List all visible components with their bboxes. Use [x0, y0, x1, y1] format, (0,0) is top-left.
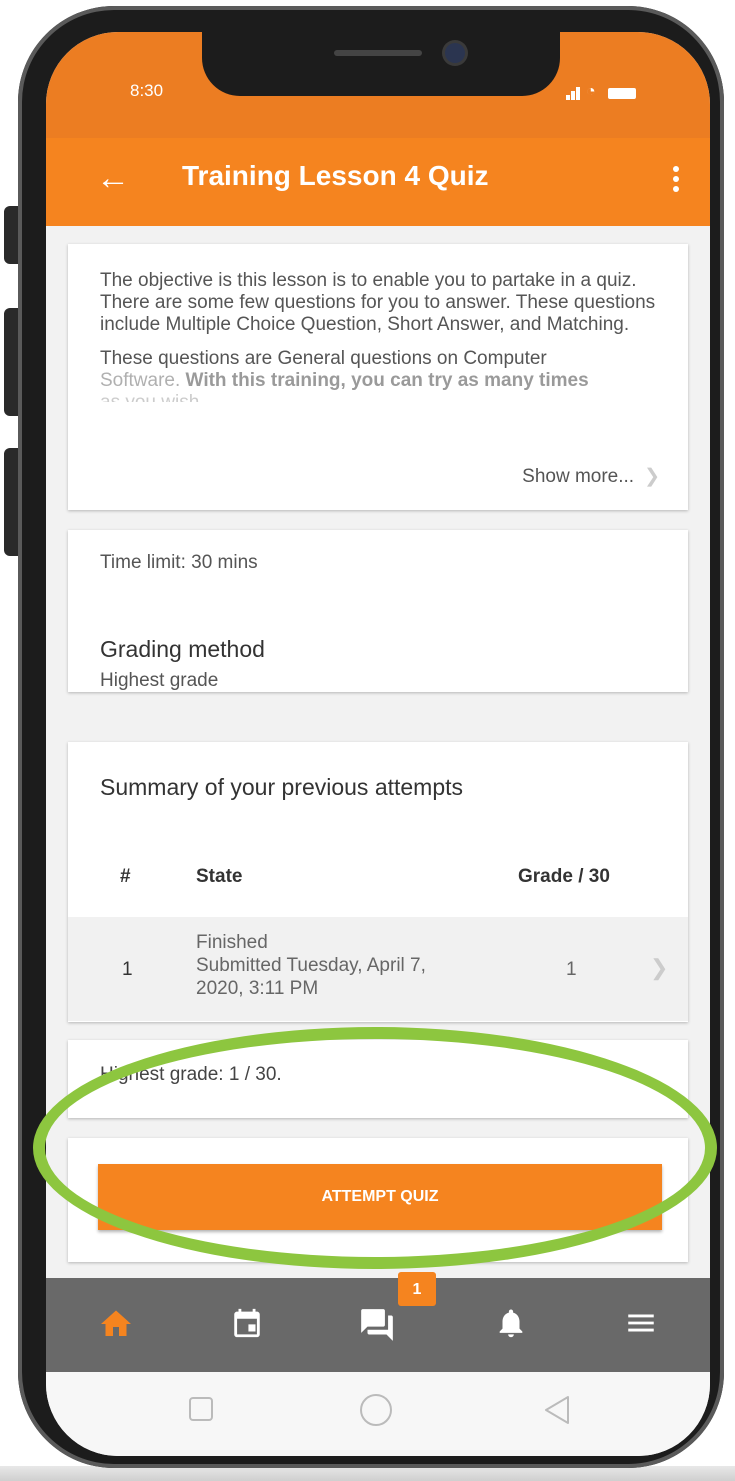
system-navigation-bar: [46, 1372, 710, 1456]
messages-icon[interactable]: [358, 1306, 398, 1346]
attempt-submitted-line-2: 2020, 3:11 PM: [196, 978, 319, 999]
notifications-icon[interactable]: [494, 1306, 534, 1346]
quiz-info-card: Time limit: 30 mins Grading method Highe…: [68, 530, 688, 692]
status-bar: 8:30 ◔: [46, 32, 710, 138]
phone-notch: [202, 32, 560, 96]
wifi-icon: ◔: [586, 83, 596, 100]
signal-icon: [566, 95, 570, 100]
show-more-link[interactable]: Show more... ❯: [522, 465, 660, 488]
description-paragraph-2-line-2b: With this training, you can try as many …: [185, 370, 589, 391]
page-title: Training Lesson 4 Quiz: [182, 160, 489, 191]
grading-method-label: Grading method: [100, 636, 265, 662]
attempt-submitted-line-1: Submitted Tuesday, April 7,: [196, 955, 426, 976]
column-header-state: State: [196, 866, 243, 887]
menu-icon[interactable]: [624, 1306, 664, 1346]
battery-icon: [608, 88, 636, 99]
bottom-navigation: 1: [46, 1272, 710, 1372]
attempt-state-label: Finished: [196, 932, 268, 953]
speaker-grille: [334, 50, 422, 56]
messages-badge: 1: [398, 1272, 436, 1306]
description-truncated-line: as you wish.: [100, 392, 656, 402]
page-bottom-shade: [0, 1466, 735, 1481]
chevron-right-icon: ❯: [644, 466, 660, 487]
back-triangle-icon[interactable]: [540, 1394, 574, 1433]
app-bar: ← Training Lesson 4 Quiz: [46, 138, 710, 226]
show-more-label: Show more...: [522, 466, 635, 487]
more-options-icon[interactable]: [672, 166, 680, 196]
signal-icon-bar: [576, 87, 580, 100]
back-arrow-icon[interactable]: ←: [96, 158, 130, 198]
attempts-heading: Summary of your previous attempts: [100, 774, 464, 800]
chevron-right-icon: ❯: [650, 955, 669, 980]
description-paragraph-2-line-2a: Software.: [100, 370, 186, 391]
time-limit-text: Time limit: 30 mins: [100, 552, 258, 573]
attempts-summary-card: Summary of your previous attempts # Stat…: [68, 742, 688, 1022]
signal-icon-bar: [571, 91, 575, 100]
grading-method-value: Highest grade: [100, 670, 219, 691]
attempt-number: 1: [122, 959, 133, 980]
front-camera: [445, 43, 465, 63]
home-icon[interactable]: [98, 1306, 138, 1346]
highlight-ellipse: [33, 1027, 717, 1269]
attempt-grade: 1: [566, 959, 577, 980]
home-circle-icon[interactable]: [358, 1394, 394, 1435]
calendar-icon[interactable]: [230, 1306, 270, 1346]
status-time: 8:30: [130, 81, 164, 100]
column-header-number: #: [120, 866, 131, 887]
description-paragraph-1: The objective is this lesson is to enabl…: [100, 270, 656, 335]
description-paragraph-2-line-1: These questions are General questions on…: [100, 348, 547, 369]
recent-apps-icon[interactable]: [186, 1394, 216, 1429]
attempt-state: Finished Submitted Tuesday, April 7, 202…: [196, 931, 426, 1000]
attempt-row[interactable]: 1 Finished Submitted Tuesday, April 7, 2…: [68, 917, 688, 1021]
column-header-grade: Grade / 30: [518, 866, 610, 887]
status-icons: ◔: [566, 84, 646, 100]
description-card: The objective is this lesson is to enabl…: [68, 244, 688, 510]
